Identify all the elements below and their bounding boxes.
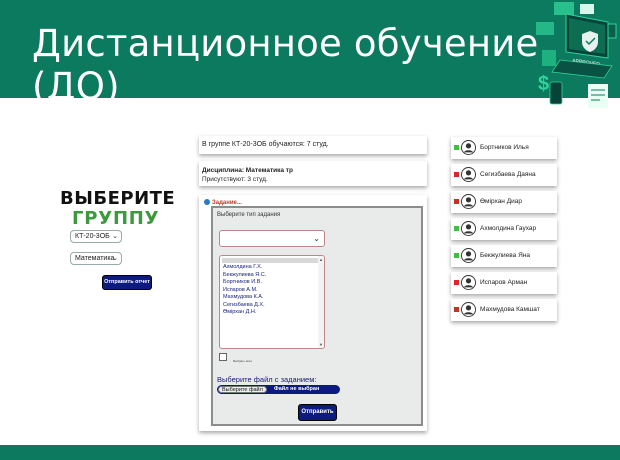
user-avatar-icon bbox=[461, 140, 476, 155]
student-name: Бортников Илья bbox=[480, 144, 529, 151]
list-scrollbar[interactable]: ▲ ▼ bbox=[318, 256, 324, 348]
user-avatar-icon bbox=[461, 194, 476, 209]
list-item[interactable]: Махмудова К.А. bbox=[223, 294, 266, 302]
discipline-select-value: Математика bbox=[75, 255, 115, 262]
student-card[interactable]: Бортников Илья bbox=[451, 137, 557, 159]
group-info-card: В группе КТ-20-3ОБ обучаются: 7 студ. bbox=[199, 136, 427, 154]
student-card[interactable]: Өмірхан Диар bbox=[451, 191, 557, 213]
task-header[interactable]: Задание... bbox=[204, 199, 242, 206]
select-all-checkbox[interactable] bbox=[219, 353, 227, 361]
task-type-select[interactable]: ⌄ bbox=[219, 230, 325, 247]
student-card[interactable]: Ахмолдина Гаухар bbox=[451, 218, 557, 240]
group-count-text: В группе КТ-20-3ОБ обучаются: 7 студ. bbox=[202, 141, 329, 148]
student-card[interactable]: Сегизбаева Даяна bbox=[451, 164, 557, 186]
list-header-bar bbox=[222, 258, 318, 263]
file-input[interactable]: Выберите файл Файл не выбран bbox=[217, 385, 340, 394]
attendance-status-indicator bbox=[454, 280, 459, 285]
student-multiselect-list[interactable]: Ахмолдина Г.Х. Бекжулиева Я.С. Бортников… bbox=[219, 255, 325, 349]
student-options: Ахмолдина Г.Х. Бекжулиева Я.С. Бортников… bbox=[223, 264, 266, 317]
choose-group-heading-line1: ВЫБЕРИТЕ bbox=[60, 188, 176, 209]
present-count-text: Присутствуют: 3 студ. bbox=[202, 176, 268, 183]
discipline-select[interactable]: Математика ⌄ bbox=[70, 252, 122, 265]
attendance-status-indicator bbox=[454, 307, 459, 312]
list-item[interactable]: Бортников И.В. bbox=[223, 279, 266, 287]
student-card[interactable]: Махмудова Камшат bbox=[451, 299, 557, 321]
user-avatar-icon bbox=[461, 167, 476, 182]
chevron-down-icon: ⌄ bbox=[112, 255, 118, 262]
user-avatar-icon bbox=[461, 275, 476, 290]
task-type-label: Выберите тип задания bbox=[217, 212, 281, 218]
student-name: Испаров Арман bbox=[480, 279, 528, 286]
attendance-status-indicator bbox=[454, 172, 459, 177]
file-label: Выберите файл с заданием: bbox=[217, 375, 317, 384]
student-card[interactable]: Испаров Арман bbox=[451, 272, 557, 294]
attendance-status-indicator bbox=[454, 253, 459, 258]
list-item[interactable]: Испаров А.М. bbox=[223, 287, 266, 295]
list-item[interactable]: Сегизбаева Д.Х. bbox=[223, 302, 266, 310]
list-item[interactable]: Бекжулиева Я.С. bbox=[223, 272, 266, 280]
student-name: Бекжулиева Яна bbox=[480, 252, 530, 259]
task-form: Выберите тип задания ⌄ Ахмолдина Г.Х. Бе… bbox=[211, 206, 423, 426]
submit-button[interactable]: Отправить bbox=[298, 404, 337, 421]
attendance-status-indicator bbox=[454, 226, 459, 231]
select-all-label: Выбрать всех bbox=[233, 359, 253, 363]
user-avatar-icon bbox=[461, 221, 476, 236]
group-select-value: КТ-20-3ОБ bbox=[75, 233, 110, 240]
list-item[interactable]: Ахмолдина Г.Х. bbox=[223, 264, 266, 272]
student-name: Өмірхан Диар bbox=[480, 198, 522, 205]
student-card[interactable]: Бекжулиева Яна bbox=[451, 245, 557, 267]
student-name: Махмудова Камшат bbox=[480, 306, 540, 313]
info-dot-icon bbox=[204, 199, 210, 205]
page: Дистанционное обучение (ДО) APPROVED $ bbox=[0, 0, 620, 460]
attendance-status-indicator bbox=[454, 145, 459, 150]
footer-bar bbox=[0, 445, 620, 460]
choose-file-button[interactable]: Выберите файл bbox=[218, 386, 267, 393]
discipline-label: Дисциплина: Математика тр bbox=[202, 167, 293, 174]
scroll-up-arrow-icon[interactable]: ▲ bbox=[319, 257, 323, 262]
approved-laptop-illustration: APPROVED $ bbox=[536, 2, 617, 108]
attendance-status-indicator bbox=[454, 199, 459, 204]
discipline-info-card: Дисциплина: Математика тр Присутствуют: … bbox=[199, 161, 427, 186]
list-item[interactable]: Өмірхан Д.Н. bbox=[223, 309, 266, 317]
student-name: Ахмолдина Гаухар bbox=[480, 225, 537, 232]
choose-group-heading-line2: ГРУППУ bbox=[72, 208, 160, 229]
task-card: Задание... Выберите тип задания ⌄ Ахмолд… bbox=[199, 195, 427, 431]
group-select[interactable]: КТ-20-3ОБ ⌄ bbox=[70, 230, 122, 243]
student-name: Сегизбаева Даяна bbox=[480, 171, 536, 178]
chevron-down-icon: ⌄ bbox=[112, 233, 118, 240]
header-banner: Дистанционное обучение (ДО) APPROVED $ bbox=[0, 0, 620, 108]
scroll-down-arrow-icon[interactable]: ▼ bbox=[319, 342, 323, 347]
chevron-down-icon: ⌄ bbox=[313, 234, 320, 243]
user-avatar-icon bbox=[461, 248, 476, 263]
file-status-text: Файл не выбран bbox=[274, 386, 320, 392]
user-avatar-icon bbox=[461, 302, 476, 317]
svg-text:$: $ bbox=[538, 73, 549, 95]
send-report-button[interactable]: Отправить отчет bbox=[102, 275, 152, 290]
